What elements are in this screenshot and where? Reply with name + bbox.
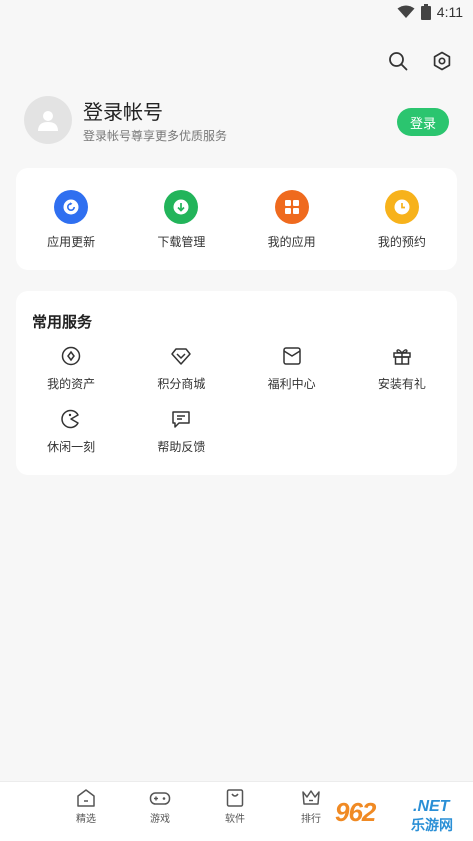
- nav-label: 软件: [225, 814, 245, 825]
- user-icon: [38, 111, 58, 131]
- login-button[interactable]: 登录: [397, 108, 449, 136]
- service-points-mall[interactable]: 积分商城: [126, 345, 236, 392]
- search-icon: [389, 52, 408, 71]
- quick-item-my-apps[interactable]: 我的应用: [237, 168, 347, 270]
- status-icons: 4:11: [397, 4, 463, 20]
- battery-icon: [420, 4, 431, 20]
- nav-label: 游戏: [150, 814, 170, 825]
- apps-grid-icon: [274, 190, 309, 224]
- avatar[interactable]: [24, 96, 72, 144]
- service-leisure[interactable]: 休闲一刻: [16, 408, 126, 455]
- settings-icon: [433, 51, 451, 71]
- crown-icon: [302, 790, 320, 805]
- search-button[interactable]: [387, 50, 409, 72]
- envelope-icon: [281, 345, 303, 367]
- services-title: 常用服务: [32, 314, 93, 331]
- nav-label: 精选: [76, 814, 96, 825]
- status-bar: 4:11: [0, 0, 473, 26]
- watermark-text: 乐游网: [411, 817, 453, 833]
- service-label: 积分商城: [157, 377, 206, 391]
- nav-item-ranking[interactable]: 排行: [289, 788, 333, 825]
- quick-label: 我的应用: [267, 235, 316, 249]
- coin-icon: [60, 345, 82, 367]
- nav-label: 排行: [301, 814, 321, 825]
- service-welfare-center[interactable]: 福利中心: [237, 345, 347, 392]
- home-icon: [77, 789, 95, 807]
- quick-label: 应用更新: [47, 235, 96, 249]
- service-label: 安装有礼: [377, 377, 426, 391]
- site-watermark: 962 .NET 乐游网: [335, 795, 465, 835]
- header-actions: [387, 50, 453, 72]
- status-time: 4:11: [436, 4, 463, 20]
- refresh-icon: [54, 190, 89, 224]
- game-face-icon: [60, 408, 82, 430]
- quick-item-app-update[interactable]: 应用更新: [16, 168, 126, 270]
- diamond-icon: [170, 345, 192, 367]
- bottom-nav: 精选 游戏 软件 排行 962 .NET 乐游网: [0, 781, 473, 841]
- service-label: 我的资产: [47, 377, 96, 391]
- gamepad-icon: [149, 792, 171, 805]
- service-label: 福利中心: [267, 377, 316, 391]
- watermark-net: .NET: [413, 798, 450, 815]
- quick-item-download-manager[interactable]: 下载管理: [126, 168, 236, 270]
- nav-item-games[interactable]: 游戏: [138, 788, 182, 825]
- quick-actions-card: 应用更新 下载管理 我的应用 我的预约: [16, 168, 457, 270]
- nav-item-featured[interactable]: 精选: [64, 788, 108, 825]
- quick-label: 我的预约: [377, 235, 426, 249]
- feedback-icon: [170, 408, 192, 430]
- settings-button[interactable]: [431, 50, 453, 72]
- bag-icon: [226, 789, 244, 807]
- gift-icon: [391, 345, 413, 367]
- watermark-logo: 962: [335, 797, 376, 827]
- nav-item-software[interactable]: 软件: [213, 788, 257, 825]
- download-icon: [164, 190, 199, 224]
- service-help-feedback[interactable]: 帮助反馈: [126, 408, 236, 455]
- service-my-assets[interactable]: 我的资产: [16, 345, 126, 392]
- service-label: 帮助反馈: [157, 440, 206, 454]
- clock-icon: [384, 190, 419, 224]
- quick-item-my-reservations[interactable]: 我的预约: [347, 168, 457, 270]
- profile-section: 登录帐号 登录帐号尊享更多优质服务 登录: [24, 96, 449, 148]
- wifi-icon: [397, 5, 415, 18]
- profile-subtitle: 登录帐号尊享更多优质服务: [83, 129, 228, 143]
- profile-title[interactable]: 登录帐号: [83, 96, 163, 125]
- quick-label: 下载管理: [157, 235, 206, 249]
- service-label: 休闲一刻: [47, 440, 96, 454]
- service-install-gift[interactable]: 安装有礼: [347, 345, 457, 392]
- services-card: 常用服务 我的资产 积分商城 福利中心 安装有礼 休闲一刻 帮助反馈: [16, 291, 457, 475]
